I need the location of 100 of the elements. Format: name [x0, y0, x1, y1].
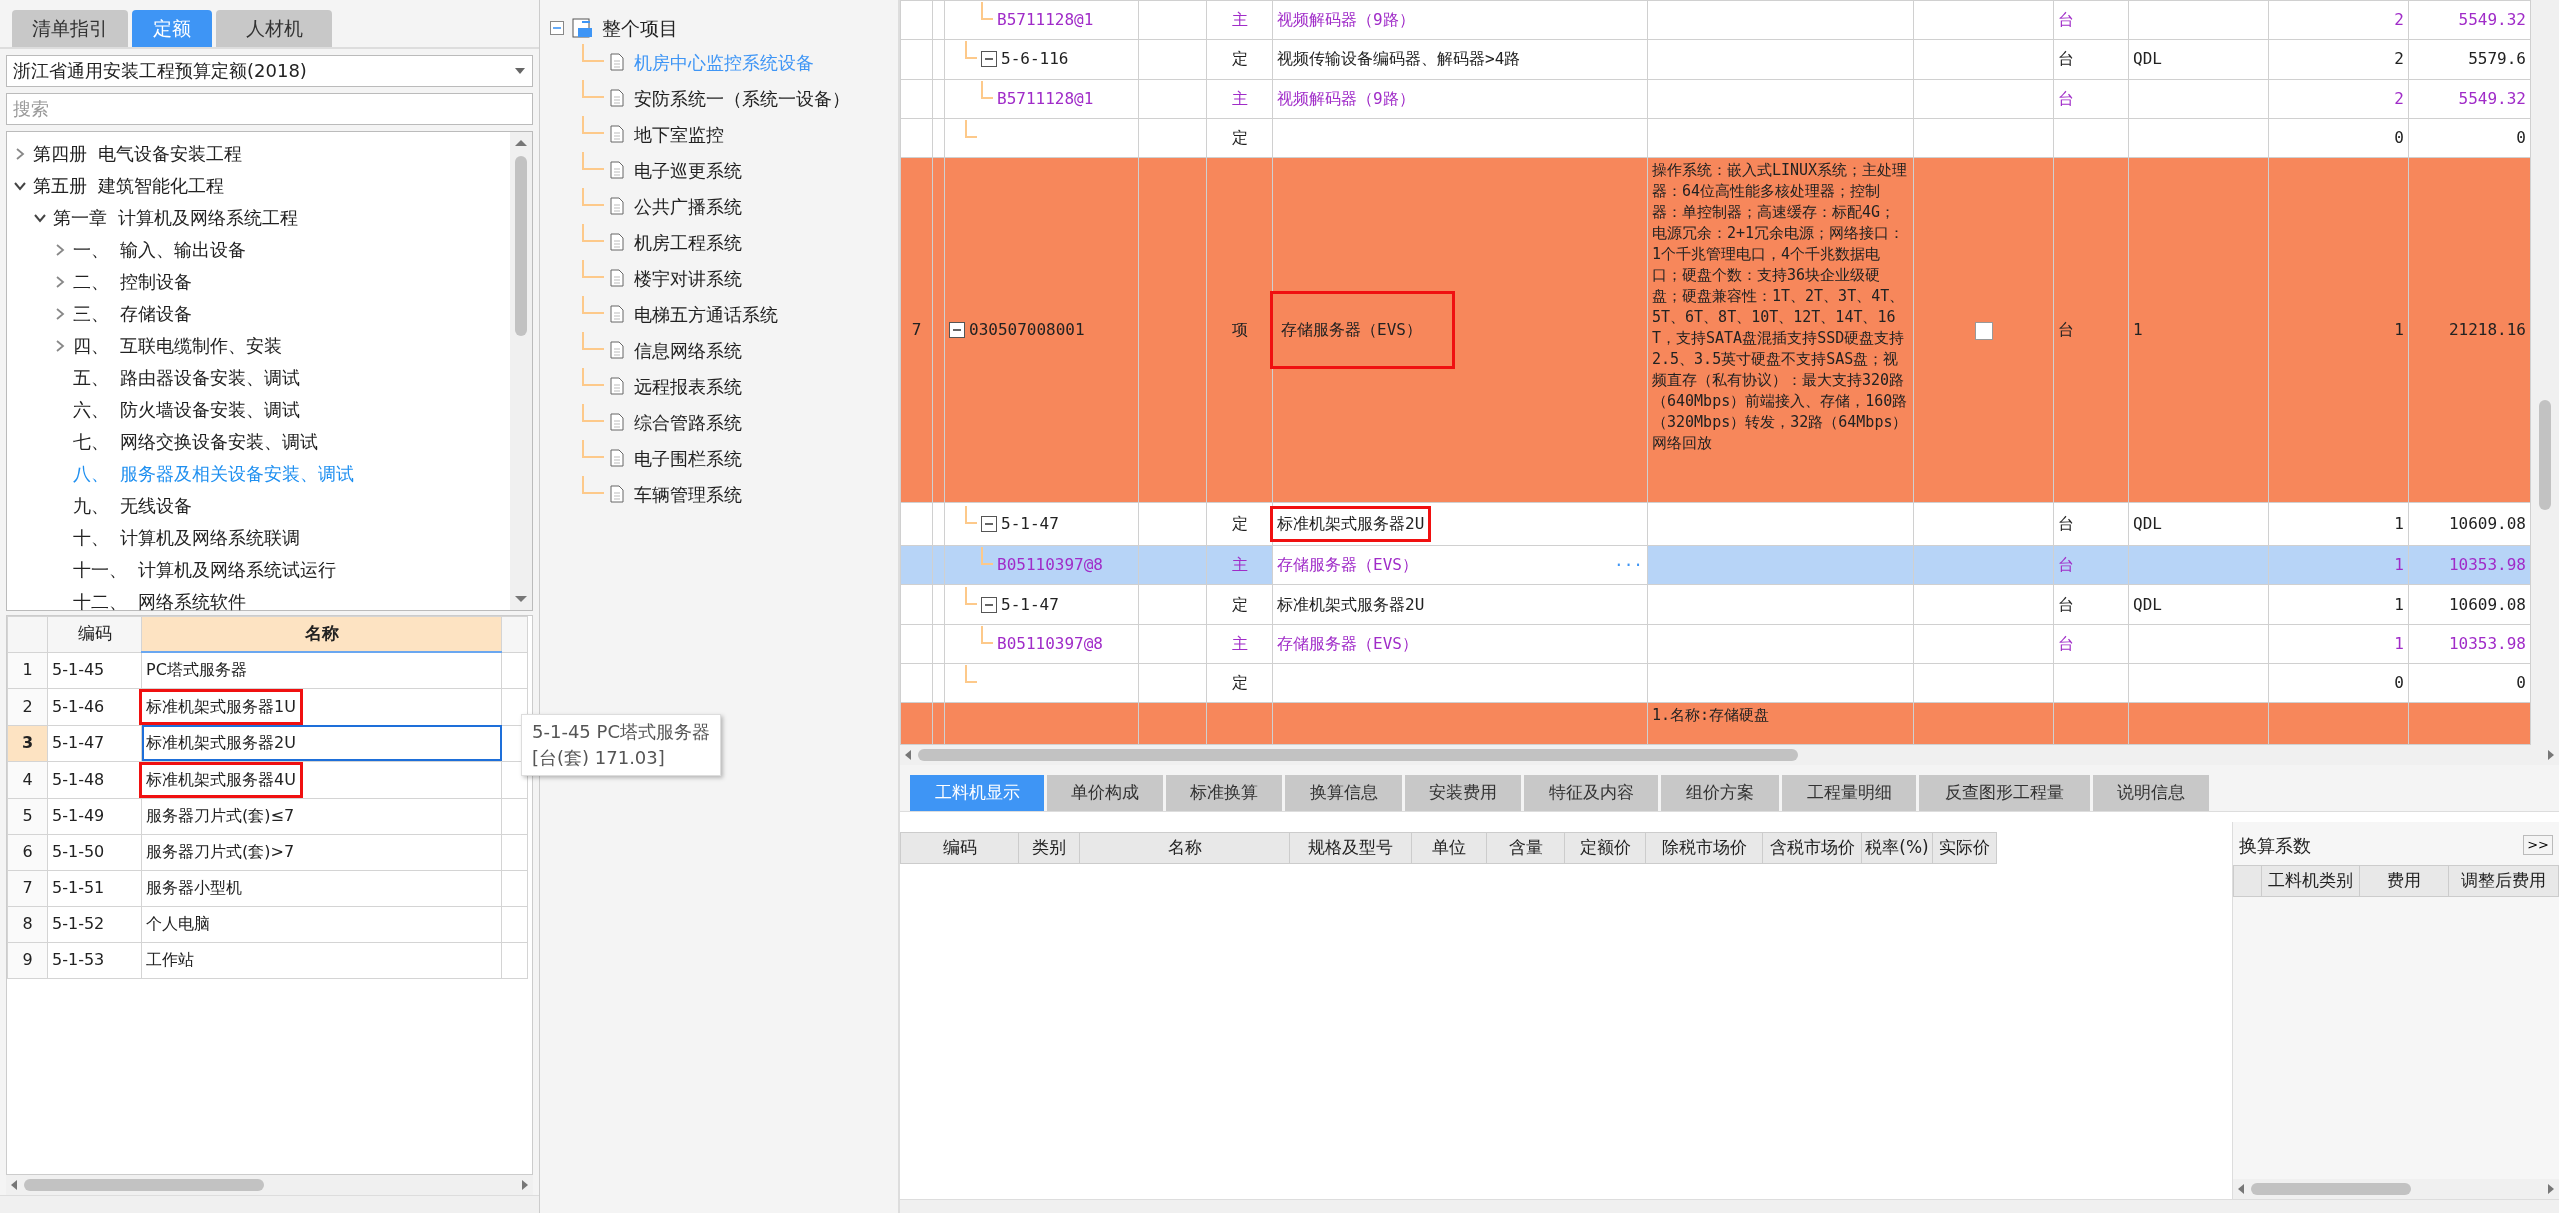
tree-item[interactable]: 地下室监控: [540, 116, 898, 152]
tree-item[interactable]: 一、 输入、输出设备: [7, 233, 510, 266]
tab[interactable]: 安装费用: [1405, 775, 1521, 811]
tab[interactable]: 工程量明细: [1782, 775, 1916, 811]
scroll-left-icon[interactable]: [10, 1178, 18, 1191]
tree-item[interactable]: 五、 路由器设备安装、调试: [7, 361, 510, 394]
tree-item[interactable]: 机房工程系统: [540, 224, 898, 260]
table-cell: 2: [2268, 0, 2409, 40]
tree-item[interactable]: 四、 互联电缆制作、安装: [7, 329, 510, 362]
column-header[interactable]: 类别: [1018, 832, 1080, 863]
tree-item[interactable]: 三、 存储设备: [7, 297, 510, 330]
table-cell[interactable]: 个人电脑: [146, 912, 210, 936]
tree-item[interactable]: 十、 计算机及网络系统联调: [7, 521, 510, 554]
scrollbar-thumb[interactable]: [2251, 1183, 2411, 1195]
tree-item[interactable]: 六、 防火墙设备安装、调试: [7, 393, 510, 426]
table-cell[interactable]: 服务器小型机: [146, 876, 242, 900]
tree-item[interactable]: 楼宇对讲系统: [540, 260, 898, 296]
scrollbar-thumb[interactable]: [2539, 400, 2551, 510]
tab[interactable]: 反查图形工程量: [1919, 775, 2090, 811]
tree-line: [965, 665, 977, 684]
column-header[interactable]: 单位: [1411, 832, 1487, 863]
horizontal-scrollbar[interactable]: [6, 1174, 533, 1195]
table-cell[interactable]: 工作站: [146, 948, 194, 972]
table-cell[interactable]: 标准机架式服务器1U: [139, 688, 303, 725]
table-cell[interactable]: 存储服务器（EVS）: [1277, 553, 1418, 578]
collapse-icon[interactable]: [981, 51, 997, 68]
tree-item[interactable]: 远程报表系统: [540, 368, 898, 404]
tree-item[interactable]: 电子围栏系统: [540, 440, 898, 476]
collapse-icon[interactable]: [981, 596, 997, 613]
scroll-down-icon[interactable]: [514, 594, 528, 604]
tree-item[interactable]: 二、 控制设备: [7, 265, 510, 298]
table-cell-text: 030507008001: [969, 319, 1085, 342]
column-header[interactable]: 实际价: [1932, 832, 1997, 863]
column-header[interactable]: 税率(%): [1861, 832, 1933, 863]
scrollbar-thumb[interactable]: [24, 1178, 264, 1191]
column-header[interactable]: 编码: [900, 832, 1019, 863]
tree-item[interactable]: 安防系统一（系统一设备）: [540, 80, 898, 116]
tab[interactable]: 说明信息: [2093, 775, 2209, 811]
tree-line: [582, 404, 604, 422]
library-dropdown[interactable]: 浙江省通用安装工程预算定额(2018): [6, 54, 533, 87]
tree-item[interactable]: 十一、 计算机及网络系统试运行: [7, 553, 510, 586]
scroll-right-icon[interactable]: [2547, 749, 2555, 761]
tree-item[interactable]: 电梯五方通话系统: [540, 296, 898, 332]
tree-item[interactable]: 九、 无线设备: [7, 489, 510, 522]
table-cell: 台: [2053, 79, 2129, 119]
tree-item[interactable]: 七、 网络交换设备安装、调试: [7, 425, 510, 458]
collapse-icon[interactable]: [949, 322, 965, 339]
table-cell[interactable]: 标准机架式服务器2U: [1270, 506, 1432, 543]
column-header[interactable]: 规格及型号: [1289, 832, 1412, 863]
library-tab[interactable]: 清单指引: [12, 10, 128, 47]
tree-item[interactable]: 电子巡更系统: [540, 152, 898, 188]
tab[interactable]: 标准换算: [1166, 775, 1282, 811]
scroll-left-icon[interactable]: [2237, 1183, 2245, 1195]
scrollbar[interactable]: [510, 131, 532, 610]
tree-item[interactable]: 车辆管理系统: [540, 476, 898, 512]
tree-item[interactable]: 十二、 网络系统软件: [7, 585, 510, 618]
expand-panel-button[interactable]: >>: [2523, 835, 2553, 855]
tab[interactable]: 组价方案: [1661, 775, 1779, 811]
column-header[interactable]: 含税市场价: [1762, 832, 1862, 863]
column-header[interactable]: 费用: [2359, 865, 2449, 896]
scrollbar-thumb[interactable]: [515, 155, 527, 336]
column-header[interactable]: 含量: [1486, 832, 1565, 863]
tab[interactable]: 单价构成: [1047, 775, 1163, 811]
horizontal-scrollbar[interactable]: [2233, 1179, 2559, 1199]
column-header[interactable]: 工料机类别: [2261, 865, 2360, 896]
tab[interactable]: 换算信息: [1285, 775, 1402, 811]
tree-item[interactable]: 八、 服务器及相关设备安装、调试: [7, 457, 510, 490]
library-tab[interactable]: 人材机: [216, 10, 332, 47]
column-header[interactable]: 除税市场价: [1645, 832, 1763, 863]
column-header[interactable]: 定额价: [1564, 832, 1646, 863]
table-cell: 10353.98: [2408, 545, 2531, 585]
tree-root-label[interactable]: 整个项目: [602, 13, 678, 43]
table-cell[interactable]: PC塔式服务器: [146, 658, 247, 683]
tree-item[interactable]: 综合管路系统: [540, 404, 898, 440]
scroll-up-icon[interactable]: [514, 137, 528, 147]
tree-item[interactable]: 第一章 计算机及网络系统工程: [7, 201, 510, 234]
scroll-left-icon[interactable]: [904, 749, 912, 761]
tree-item[interactable]: 第四册 电气设备安装工程: [7, 137, 510, 170]
scroll-right-icon[interactable]: [2547, 1183, 2555, 1195]
tree-item[interactable]: 信息网络系统: [540, 332, 898, 368]
tree-item[interactable]: 公共广播系统: [540, 188, 898, 224]
document-icon: [610, 53, 624, 71]
collapse-icon[interactable]: [550, 21, 564, 35]
scroll-right-icon[interactable]: [521, 1178, 529, 1191]
scrollbar-thumb[interactable]: [918, 749, 1798, 761]
table-cell[interactable]: 标准机架式服务器4U: [139, 761, 303, 798]
tree-item[interactable]: 第五册 建筑智能化工程: [7, 169, 510, 202]
table-cell: 定: [1206, 585, 1273, 625]
table-cell[interactable]: 存储服务器（EVS）: [1270, 291, 1455, 370]
column-header[interactable]: 名称: [1079, 832, 1290, 863]
search-field[interactable]: 搜索: [6, 92, 533, 125]
checkbox[interactable]: [1974, 321, 1993, 340]
tab[interactable]: 特征及内容: [1524, 775, 1658, 811]
column-header[interactable]: 名称: [141, 616, 502, 652]
horizontal-scrollbar[interactable]: [900, 745, 2559, 765]
scrollbar[interactable]: [2531, 0, 2559, 745]
column-header[interactable]: 编码: [47, 616, 142, 652]
collapse-icon[interactable]: [981, 516, 997, 533]
table-cell: 10353.98: [2408, 624, 2531, 664]
column-header[interactable]: 调整后费用: [2448, 865, 2559, 896]
